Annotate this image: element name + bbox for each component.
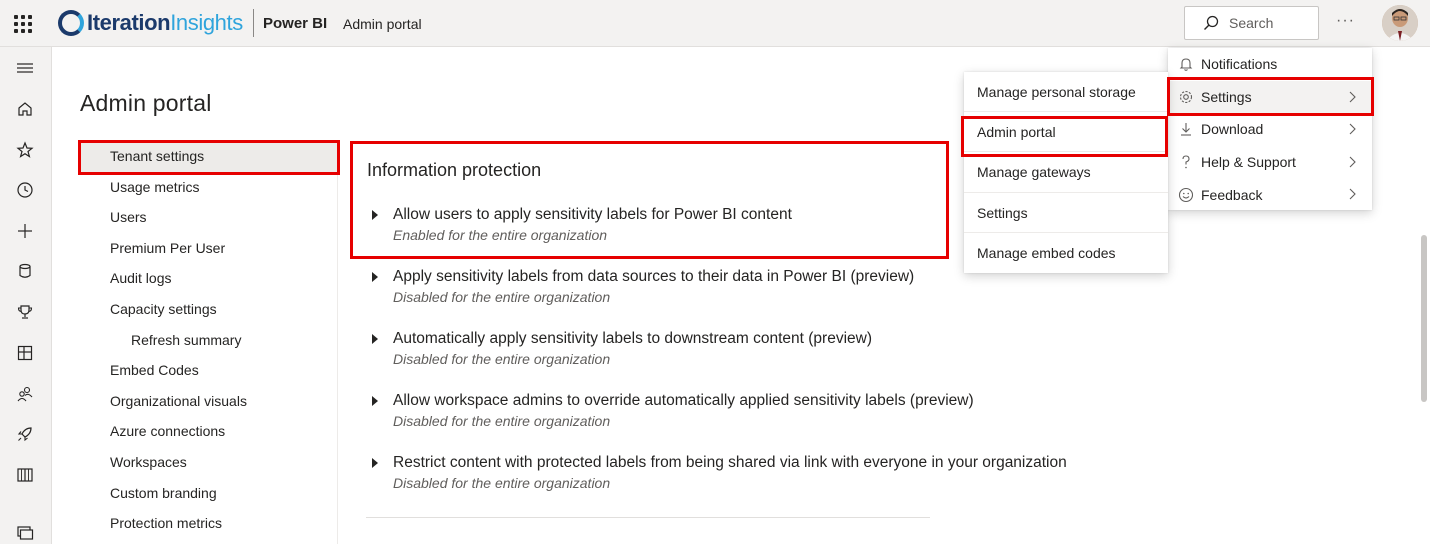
- nav-item-refresh-summary[interactable]: Refresh summary: [80, 325, 338, 356]
- submenu-item-manage-embed-codes[interactable]: Manage embed codes: [964, 233, 1168, 273]
- menu-item-label: Feedback: [1201, 186, 1263, 203]
- cylinder-icon[interactable]: [14, 260, 36, 282]
- logo-text-insights: Insights: [170, 10, 243, 35]
- menu-item-label: Download: [1201, 121, 1264, 138]
- expand-caret-icon[interactable]: [372, 210, 378, 220]
- gear-icon: [1177, 88, 1195, 106]
- setting-title[interactable]: Automatically apply sensitivity labels t…: [393, 330, 872, 348]
- nav-divider: [337, 140, 338, 544]
- nav-item-protection-metrics[interactable]: Protection metrics: [80, 508, 338, 539]
- content-divider: [366, 517, 930, 518]
- menu-item-label: Notifications: [1201, 56, 1278, 73]
- top-bar: IterationInsights Power BI Admin portal …: [0, 0, 1430, 47]
- rocket-icon[interactable]: [14, 423, 36, 445]
- breadcrumb: Admin portal: [343, 16, 422, 32]
- setting-title[interactable]: Restrict content with protected labels f…: [393, 454, 1067, 472]
- plus-icon[interactable]: [14, 220, 36, 242]
- chevron-right-icon: [1349, 156, 1356, 168]
- submenu-item-admin-portal[interactable]: Admin portal: [964, 112, 1168, 153]
- chevron-right-icon: [1349, 123, 1356, 135]
- logo-ring-icon: [58, 10, 84, 36]
- admin-nav: Tenant settings Usage metrics Users Prem…: [80, 141, 338, 539]
- nav-item-usage-metrics[interactable]: Usage metrics: [80, 172, 338, 203]
- search-box[interactable]: [1184, 6, 1319, 40]
- setting-title[interactable]: Apply sensitivity labels from data sourc…: [393, 268, 914, 286]
- menu-item-notifications[interactable]: Notifications: [1168, 48, 1372, 81]
- menu-item-help-support[interactable]: Help & Support: [1168, 146, 1372, 179]
- settings-menu: Notifications Settings Download Help & S…: [1168, 48, 1372, 210]
- nav-item-embed-codes[interactable]: Embed Codes: [80, 355, 338, 386]
- people-icon[interactable]: [14, 383, 36, 405]
- app-name[interactable]: Power BI: [263, 15, 327, 32]
- search-input[interactable]: [1229, 15, 1299, 31]
- submenu-item-manage-personal-storage[interactable]: Manage personal storage: [964, 72, 1168, 113]
- setting-title[interactable]: Allow users to apply sensitivity labels …: [393, 206, 792, 224]
- star-icon[interactable]: [14, 139, 36, 161]
- setting-status: Enabled for the entire organization: [393, 227, 608, 243]
- apps-icon[interactable]: [14, 342, 36, 364]
- menu-item-settings[interactable]: Settings: [1168, 80, 1372, 114]
- search-icon: [1204, 15, 1219, 30]
- chevron-right-icon: [1349, 91, 1356, 102]
- expand-caret-icon[interactable]: [372, 458, 378, 468]
- page-title: Admin portal: [80, 90, 212, 116]
- app-launcher-icon[interactable]: [14, 15, 32, 33]
- home-icon[interactable]: [14, 98, 36, 120]
- nav-item-capacity-settings[interactable]: Capacity settings: [80, 294, 338, 325]
- monitor-icon[interactable]: [14, 522, 36, 544]
- settings-submenu: Manage personal storage Admin portal Man…: [964, 72, 1168, 273]
- company-logo[interactable]: IterationInsights: [58, 8, 243, 38]
- chevron-right-icon: [1349, 188, 1356, 200]
- hamburger-icon[interactable]: [14, 57, 36, 79]
- header-divider: [253, 9, 254, 37]
- setting-status: Disabled for the entire organization: [393, 289, 611, 305]
- smiley-icon: [1177, 186, 1195, 204]
- bell-icon: [1177, 55, 1195, 73]
- left-rail: [0, 47, 52, 544]
- setting-status: Disabled for the entire organization: [393, 413, 611, 429]
- menu-item-label: Settings: [1201, 88, 1252, 105]
- section-title: Information protection: [367, 160, 542, 180]
- menu-item-feedback[interactable]: Feedback: [1168, 178, 1372, 211]
- nav-item-workspaces[interactable]: Workspaces: [80, 447, 338, 478]
- avatar[interactable]: [1382, 5, 1418, 41]
- clock-icon[interactable]: [14, 179, 36, 201]
- expand-caret-icon[interactable]: [372, 334, 378, 344]
- nav-item-organizational-visuals[interactable]: Organizational visuals: [80, 386, 338, 417]
- trophy-icon[interactable]: [14, 301, 36, 323]
- submenu-item-manage-gateways[interactable]: Manage gateways: [964, 152, 1168, 193]
- setting-status: Disabled for the entire organization: [393, 475, 611, 491]
- nav-item-custom-branding[interactable]: Custom branding: [80, 478, 338, 509]
- menu-item-label: Help & Support: [1201, 154, 1296, 171]
- logo-text-iteration: Iteration: [87, 10, 171, 35]
- submenu-item-settings[interactable]: Settings: [964, 193, 1168, 233]
- setting-title[interactable]: Allow workspace admins to override autom…: [393, 392, 974, 410]
- nav-item-tenant-settings[interactable]: Tenant settings: [80, 141, 338, 172]
- nav-item-azure-connections[interactable]: Azure connections: [80, 416, 338, 447]
- more-options-button[interactable]: ···: [1336, 12, 1355, 30]
- nav-item-users[interactable]: Users: [80, 202, 338, 233]
- expand-caret-icon[interactable]: [372, 272, 378, 282]
- setting-status: Disabled for the entire organization: [393, 351, 611, 367]
- book-icon[interactable]: [14, 464, 36, 486]
- page-scrollbar[interactable]: [1421, 235, 1427, 402]
- nav-item-audit-logs[interactable]: Audit logs: [80, 263, 338, 294]
- avatar-image: [1382, 5, 1418, 41]
- question-icon: [1177, 153, 1195, 171]
- download-icon: [1177, 120, 1195, 138]
- menu-item-download[interactable]: Download: [1168, 113, 1372, 146]
- expand-caret-icon[interactable]: [372, 396, 378, 406]
- nav-item-premium-per-user[interactable]: Premium Per User: [80, 233, 338, 264]
